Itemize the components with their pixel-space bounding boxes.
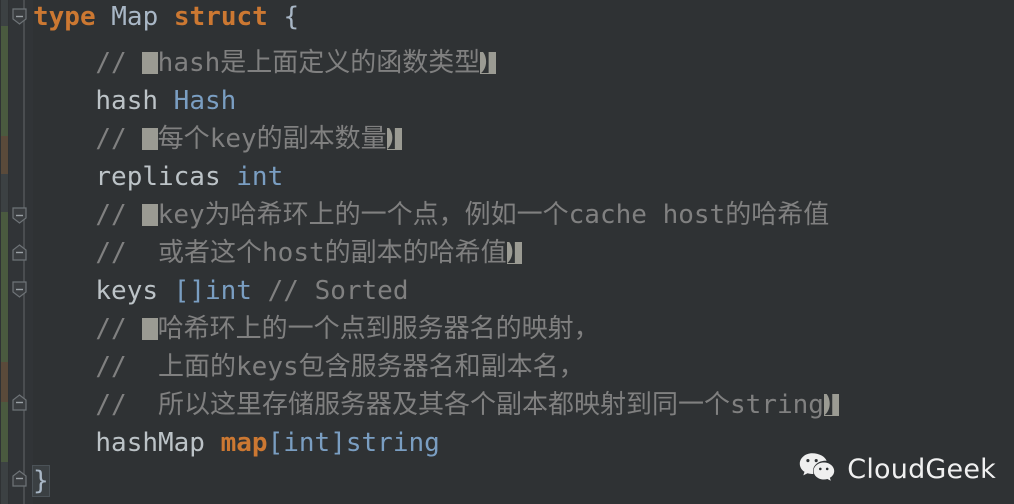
code-token-tofu: 【	[142, 128, 158, 150]
code-token-comment: //	[95, 48, 143, 78]
code-token-punct	[96, 2, 112, 32]
code-token-punct	[158, 86, 174, 116]
code-token-blue: [	[267, 428, 284, 458]
code-line[interactable]: hashMap map[int]string	[33, 424, 440, 462]
code-token-comment: string	[730, 390, 824, 420]
code-token-punct	[205, 428, 221, 458]
code-token-comment-cjk: 的副本的哈希值	[324, 238, 507, 268]
code-line[interactable]: // 所以这里存储服务器及其各个副本都映射到同一个string】	[33, 386, 840, 424]
code-token-comment-cjk: 包含服务器名和副本名，	[298, 352, 585, 382]
code-token-comment-cjk: 哈希环上的一个点到服务器名的映射，	[157, 314, 600, 344]
code-token-blue: string	[345, 428, 440, 458]
code-line[interactable]: keys []int // Sorted	[33, 272, 409, 310]
wechat-icon	[799, 452, 835, 486]
code-token-tofu: 【	[142, 52, 158, 74]
code-token-comment: cache host	[568, 200, 726, 230]
code-token-blue: int	[204, 276, 252, 306]
code-token-brace: {	[283, 2, 300, 32]
fold-marker-icon[interactable]	[11, 244, 28, 261]
code-token-comment: keys	[236, 352, 299, 382]
code-token-punct	[268, 2, 284, 32]
code-token-tofu: 】	[386, 128, 402, 150]
code-token-kw: map	[220, 428, 268, 458]
vcs-change-marker[interactable]	[1, 362, 8, 402]
code-token-kw: struct	[173, 2, 268, 32]
code-token-comment-cjk: 或者这个	[158, 238, 263, 268]
code-line[interactable]: // 上面的keys包含服务器名和副本名，	[33, 348, 585, 386]
code-token-comment-cjk: 每个	[157, 124, 210, 154]
code-token-punct	[252, 276, 268, 306]
code-token-tofu: 【	[142, 318, 158, 340]
code-line[interactable]: // 【每个key的副本数量】	[33, 120, 402, 158]
code-token-comment-cjk: 的副本数量	[256, 124, 387, 154]
code-token-ident: hash	[95, 86, 159, 116]
code-token-comment: //	[95, 238, 159, 268]
fold-marker-icon[interactable]	[11, 281, 28, 298]
code-token-comment: //	[95, 352, 159, 382]
code-line[interactable]: // 或者这个host的副本的哈希值】	[33, 234, 522, 272]
vcs-change-marker[interactable]	[1, 26, 8, 136]
code-line[interactable]: type Map struct {	[33, 0, 299, 36]
code-token-ident: replicas	[95, 162, 221, 192]
vcs-change-marker[interactable]	[1, 0, 8, 26]
code-editor-screenshot: type Map struct {// 【hash是上面定义的函数类型】hash…	[0, 0, 1014, 504]
vcs-change-strip	[0, 0, 9, 504]
code-content[interactable]: type Map struct {// 【hash是上面定义的函数类型】hash…	[32, 0, 1014, 504]
code-token-ident: hashMap	[95, 428, 205, 458]
code-token-comment: // Sorted	[267, 276, 409, 306]
watermark-label: CloudGeek	[847, 453, 996, 485]
code-token-ident: keys	[95, 276, 159, 306]
code-token-comment: //	[95, 200, 143, 230]
code-token-type: Map	[111, 2, 159, 32]
code-token-tofu: 】	[823, 394, 840, 416]
code-token-comment: //	[95, 390, 159, 420]
code-token-punct	[158, 2, 174, 32]
code-token-kw: type	[33, 2, 96, 32]
code-token-tofu: 】	[506, 242, 522, 264]
code-token-comment: //	[95, 314, 143, 344]
code-token-tofu: 【	[142, 204, 158, 226]
vcs-change-marker[interactable]	[1, 462, 8, 504]
code-line[interactable]: hash Hash	[33, 82, 236, 120]
code-token-comment: host	[262, 238, 325, 268]
fold-marker-icon[interactable]	[11, 470, 28, 487]
fold-marker-icon[interactable]	[11, 207, 28, 224]
vcs-change-marker[interactable]	[1, 174, 8, 212]
code-token-tofu: 】	[480, 52, 496, 74]
code-token-comment: //	[95, 124, 143, 154]
code-token-punct	[158, 276, 174, 306]
code-token-comment: key	[209, 124, 257, 154]
code-line[interactable]: // 【key为哈希环上的一个点，例如一个cache host的哈希值	[33, 196, 829, 234]
code-token-comment-cjk: 是上面定义的函数类型	[220, 48, 481, 78]
code-token-comment-cjk: 的哈希值	[725, 200, 830, 230]
fold-marker-icon[interactable]	[11, 8, 28, 25]
code-token-comment-cjk: 所以这里存储服务器及其各个副本都映射到同一个	[158, 390, 731, 420]
code-token-brace-hl: }	[32, 465, 50, 497]
code-token-comment: key	[157, 200, 205, 230]
fold-marker-icon[interactable]	[11, 394, 28, 411]
code-token-blue: ]	[330, 428, 346, 458]
code-token-blue: []	[173, 276, 205, 306]
code-line[interactable]: replicas int	[33, 158, 283, 196]
editor-gutter	[9, 0, 33, 504]
code-line[interactable]: // 【hash是上面定义的函数类型】	[33, 44, 496, 82]
vcs-change-marker[interactable]	[1, 402, 8, 462]
code-line[interactable]: }	[32, 462, 50, 500]
watermark: CloudGeek	[799, 452, 996, 486]
code-line[interactable]: // 【哈希环上的一个点到服务器名的映射，	[33, 310, 600, 348]
code-token-comment: hash	[157, 48, 221, 78]
code-token-punct	[221, 162, 237, 192]
vcs-change-marker[interactable]	[1, 212, 8, 362]
code-token-blue: Hash	[173, 86, 237, 116]
code-token-blue: int	[283, 428, 331, 458]
vcs-change-marker[interactable]	[1, 136, 8, 174]
code-token-blue: int	[236, 162, 284, 192]
code-token-comment-cjk: 上面的	[158, 352, 237, 382]
code-token-comment-cjk: 为哈希环上的一个点，例如一个	[204, 200, 569, 230]
